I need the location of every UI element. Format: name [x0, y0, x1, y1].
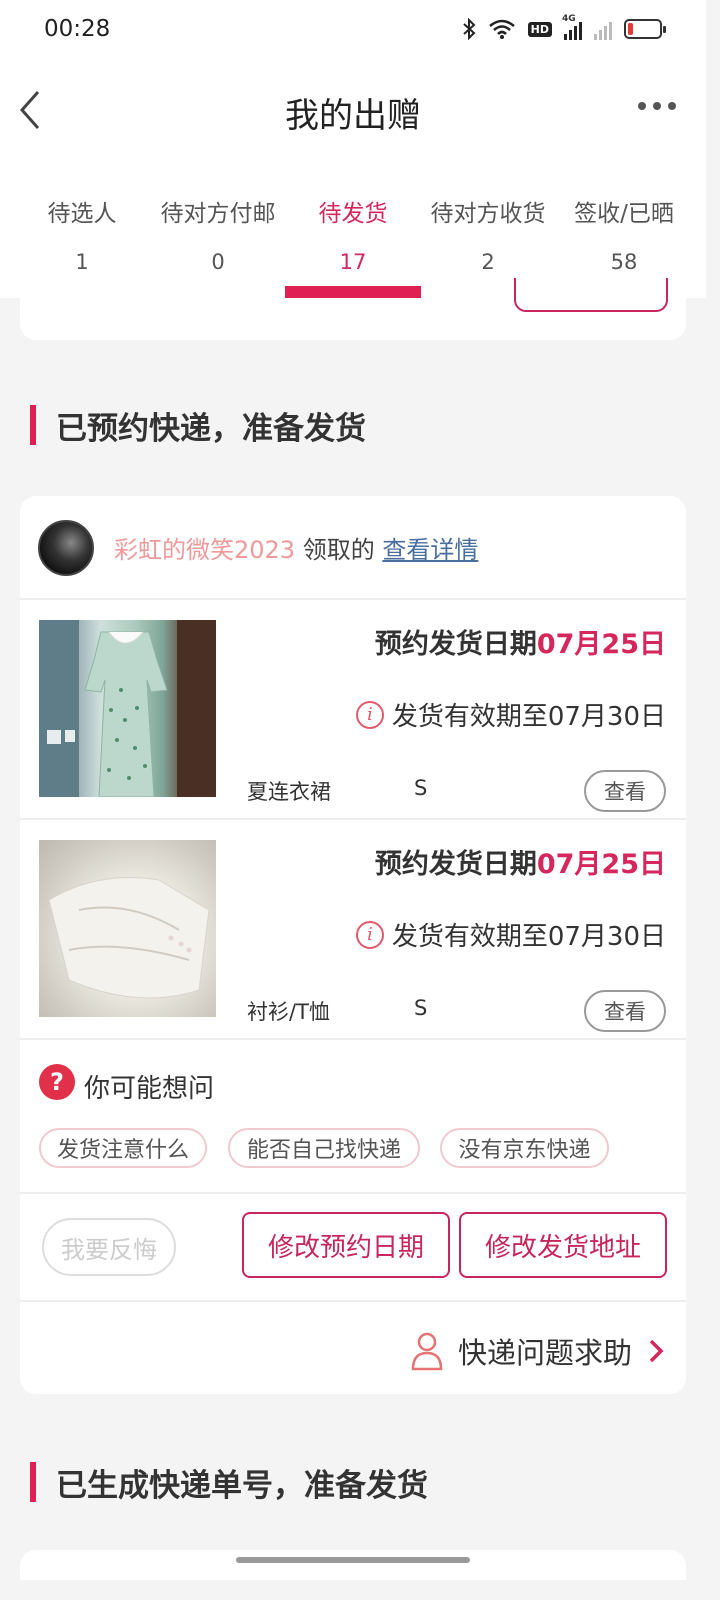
tab-count: 1	[75, 250, 89, 274]
receiver-name[interactable]: 彩虹的微笑2023	[114, 536, 295, 564]
avatar[interactable]	[38, 520, 94, 576]
order-actions: 我要反悔 修改预约日期 修改发货地址	[20, 1194, 686, 1302]
status-icons: HD 4G	[462, 14, 666, 40]
tab-pending-postage[interactable]: 待对方付邮 0	[150, 164, 286, 298]
cell-signal-2-icon	[594, 18, 612, 40]
tab-count: 2	[481, 250, 495, 274]
validity-text: 发货有效期至07月30日	[391, 702, 666, 732]
hd-badge: HD	[527, 21, 552, 37]
tab-label: 待对方付邮	[160, 201, 276, 227]
info-icon[interactable]: i	[355, 920, 384, 949]
section-accent-bar	[30, 1462, 36, 1502]
list-item: 预约发货日期07月25日 i 发货有效期至07月30日 衬衫/T恤 S 查看	[20, 820, 686, 1040]
change-date-button[interactable]: 修改预约日期	[242, 1212, 450, 1278]
tab-count: 58	[610, 250, 638, 274]
schedule-label: 预约发货日期	[374, 629, 537, 660]
network-type-label: 4G	[562, 14, 576, 24]
page-title: 我的出赠	[285, 96, 421, 136]
chevron-right-icon	[649, 1339, 664, 1363]
section-header-booked: 已预约快递，准备发货	[30, 405, 366, 447]
info-icon[interactable]: i	[355, 700, 384, 729]
tab-label: 签收/已晒	[574, 201, 674, 227]
help-text: 快递问题求助	[457, 1336, 632, 1370]
tab-count: 0	[211, 250, 225, 274]
scheduled-date: 预约发货日期07月25日	[375, 842, 666, 881]
next-order-card	[20, 1550, 686, 1580]
section-title: 已生成快递单号，准备发货	[56, 1467, 428, 1504]
claim-text: 领取的	[302, 536, 375, 564]
more-icon[interactable]	[638, 102, 676, 110]
validity-line: i 发货有效期至07月30日	[355, 696, 666, 733]
view-button[interactable]: 查看	[584, 770, 666, 812]
previous-card-button[interactable]	[514, 278, 668, 312]
section-accent-bar	[30, 405, 36, 445]
schedule-date-value: 07月25日	[536, 849, 666, 880]
tab-pending-select[interactable]: 待选人 1	[14, 164, 150, 298]
bluetooth-icon	[462, 18, 476, 40]
section-title: 已预约快递，准备发货	[56, 410, 366, 447]
view-button[interactable]: 查看	[584, 990, 666, 1032]
section-header-tracking: 已生成快递单号，准备发货	[30, 1462, 428, 1504]
faq-title: 你可能想问	[84, 1074, 215, 1104]
claim-line: 彩虹的微笑2023 领取的 查看详情	[114, 530, 478, 565]
faq-chip[interactable]: 能否自己找快递	[228, 1128, 420, 1168]
wifi-icon	[488, 19, 515, 39]
scheduled-date: 预约发货日期07月25日	[375, 622, 666, 661]
tab-label: 待选人	[47, 201, 117, 227]
regret-button[interactable]: 我要反悔	[42, 1218, 176, 1276]
validity-text: 发货有效期至07月30日	[391, 922, 666, 952]
tab-pending-shipment[interactable]: 待发货 17	[285, 164, 421, 298]
schedule-label: 预约发货日期	[374, 849, 537, 880]
battery-icon	[624, 19, 666, 39]
tab-count: 17	[339, 250, 367, 274]
person-icon	[411, 1332, 443, 1371]
previous-order-card	[20, 278, 686, 340]
item-size: S	[414, 776, 428, 800]
order-card-header: 彩虹的微笑2023 领取的 查看详情	[20, 496, 686, 600]
status-time: 00:28	[44, 16, 111, 42]
change-address-button[interactable]: 修改发货地址	[459, 1212, 667, 1278]
shirt-illustration	[48, 877, 210, 999]
status-bar: 00:28 HD 4G	[0, 0, 706, 64]
validity-line: i 发货有效期至07月30日	[355, 916, 666, 953]
list-item: 预约发货日期07月25日 i 发货有效期至07月30日 夏连衣裙 S 查看	[20, 600, 686, 820]
tab-label: 待对方收货	[430, 201, 546, 227]
item-size: S	[414, 996, 428, 1020]
home-indicator[interactable]	[236, 1557, 470, 1563]
battery-level	[628, 23, 633, 35]
faq-chip[interactable]: 没有京东快递	[440, 1128, 609, 1168]
product-image[interactable]	[39, 620, 216, 797]
view-details-link[interactable]: 查看详情	[382, 536, 478, 564]
courier-help-link[interactable]: 快递问题求助	[410, 1330, 666, 1372]
item-category: 衬衫/T恤	[247, 1000, 330, 1024]
dress-illustration	[39, 620, 216, 797]
item-category: 夏连衣裙	[247, 780, 331, 804]
faq-chip[interactable]: 发货注意什么	[39, 1128, 207, 1168]
schedule-date-value: 07月25日	[536, 629, 666, 660]
product-image[interactable]	[39, 840, 216, 1017]
order-card: 彩虹的微笑2023 领取的 查看详情 预约发货日期07月25日 i 发货有效期至…	[20, 496, 686, 1394]
faq-section: ? 你可能想问 发货注意什么 能否自己找快递 没有京东快递	[20, 1040, 686, 1194]
cell-signal-icon: 4G	[562, 14, 582, 40]
active-tab-indicator	[285, 286, 421, 298]
question-icon: ?	[39, 1064, 75, 1100]
nav-bar: 我的出赠	[0, 64, 706, 164]
tab-label: 待发货	[318, 201, 388, 227]
